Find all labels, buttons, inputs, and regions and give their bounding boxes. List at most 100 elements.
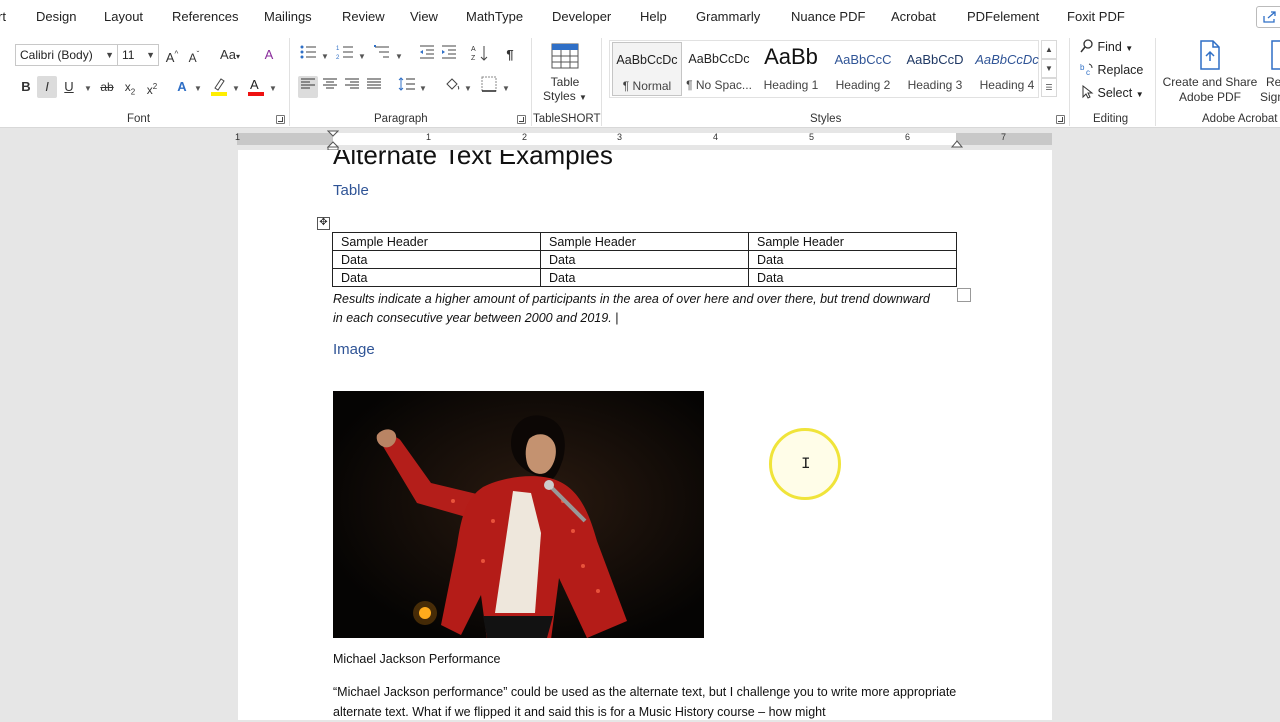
bold-button[interactable]: B	[16, 76, 36, 98]
share-button[interactable]	[1256, 6, 1280, 28]
table-header-cell[interactable]: Sample Header	[332, 232, 541, 251]
tab-nuance-pdf[interactable]: Nuance PDF	[791, 9, 865, 24]
tab-review[interactable]: Review	[342, 9, 385, 24]
show-formatting-button[interactable]: ¶	[500, 44, 520, 66]
font-dialog-launcher[interactable]	[276, 115, 285, 124]
tab-layout[interactable]: Layout	[104, 9, 143, 24]
multilevel-list-button[interactable]	[372, 44, 392, 66]
style-heading-2[interactable]: AaBbCcC Heading 2	[828, 42, 898, 96]
tab-acrobat[interactable]: Acrobat	[891, 9, 936, 24]
underline-button[interactable]: U	[59, 76, 79, 98]
table-caption[interactable]: Results indicate a higher amount of part…	[333, 290, 933, 328]
gallery-more[interactable]: ☰	[1041, 78, 1057, 97]
style-heading-1[interactable]: AaBb Heading 1	[756, 42, 826, 96]
style-heading-3[interactable]: AaBbCcD Heading 3	[900, 42, 970, 96]
document-title[interactable]: Alternate Text Examples	[333, 150, 613, 171]
replace-button[interactable]: bc Replace	[1080, 62, 1143, 77]
section-heading-image[interactable]: Image	[333, 341, 375, 358]
table-cell[interactable]: Data	[748, 250, 957, 269]
gallery-scroll-down[interactable]: ▼	[1041, 59, 1057, 78]
chevron-down-icon[interactable]: ▼	[194, 84, 202, 93]
strikethrough-button[interactable]: ab	[97, 76, 117, 98]
table-styles-button[interactable]: Table Styles ▼	[538, 40, 592, 110]
tab-view[interactable]: View	[410, 9, 438, 24]
align-center-button[interactable]	[320, 76, 340, 98]
find-button[interactable]: Find ▼	[1080, 39, 1133, 54]
font-size-combo[interactable]: 11 ▼	[117, 44, 159, 66]
tab-references[interactable]: References	[172, 9, 238, 24]
highlight-button[interactable]	[208, 76, 230, 98]
bullets-button[interactable]	[298, 44, 318, 66]
align-right-button[interactable]	[342, 76, 362, 98]
table-cell[interactable]: Data	[748, 268, 957, 287]
select-button[interactable]: Select ▼	[1080, 84, 1144, 100]
chevron-down-icon[interactable]: ▼	[419, 84, 427, 93]
clear-formatting-icon: A	[264, 47, 274, 62]
chevron-down-icon[interactable]: ▼	[321, 52, 329, 61]
chevron-down-icon[interactable]: ▼	[395, 52, 403, 61]
indent-marker-icon[interactable]	[327, 130, 339, 150]
chevron-down-icon[interactable]: ▼	[502, 84, 510, 93]
chevron-down-icon[interactable]: ▼	[358, 52, 366, 61]
section-heading-table[interactable]: Table	[333, 182, 369, 199]
font-color-button[interactable]: A	[245, 76, 267, 98]
subscript-button[interactable]: x2	[120, 76, 140, 98]
right-indent-marker-icon[interactable]	[951, 139, 963, 149]
chevron-down-icon[interactable]: ▼	[232, 84, 240, 93]
chevron-down-icon[interactable]: ▼	[84, 84, 92, 93]
tab-developer[interactable]: Developer	[552, 9, 611, 24]
chevron-down-icon[interactable]: ▼	[269, 84, 277, 93]
table-resize-handle[interactable]	[957, 288, 971, 302]
tab-grammarly[interactable]: Grammarly	[696, 9, 760, 24]
justify-button[interactable]	[364, 76, 384, 98]
tab-design[interactable]: Design	[36, 9, 76, 24]
table-cell[interactable]: Data	[540, 268, 749, 287]
numbering-button[interactable]: 12	[335, 44, 355, 66]
gallery-scroll-up[interactable]: ▲	[1041, 40, 1057, 59]
style-heading-4[interactable]: AaBbCcDc Heading 4	[972, 42, 1042, 96]
borders-button[interactable]	[478, 76, 500, 98]
tab-mailings[interactable]: Mailings	[264, 9, 312, 24]
table-cell[interactable]: Data	[332, 268, 541, 287]
font-name-combo[interactable]: Calibri (Body) ▼	[15, 44, 118, 66]
style-no-spacing[interactable]: AaBbCcDc ¶ No Spac...	[684, 42, 754, 96]
line-spacing-button[interactable]	[396, 76, 418, 98]
style-preview: AaBbCcD	[906, 52, 964, 67]
clear-formatting-button[interactable]: A	[258, 44, 280, 66]
paragraph-dialog-launcher[interactable]	[517, 115, 526, 124]
table-header-cell[interactable]: Sample Header	[540, 232, 749, 251]
sort-button[interactable]: AZ	[470, 44, 490, 66]
body-paragraph[interactable]: “Michael Jackson performance” could be u…	[333, 682, 973, 722]
style-normal[interactable]: AaBbCcDc ¶ Normal	[612, 42, 682, 96]
tab-insert[interactable]: rt	[0, 9, 6, 24]
horizontal-ruler[interactable]: 1 1 2 3 4 5 6 7	[0, 128, 1280, 150]
style-name: Heading 4	[979, 78, 1035, 92]
shading-button[interactable]	[441, 76, 463, 98]
shrink-font-button[interactable]: Aˇ	[185, 44, 203, 66]
superscript-button[interactable]: x2	[142, 76, 162, 98]
create-share-adobe-pdf-button[interactable]: Create and Share Adobe PDF	[1162, 40, 1258, 110]
chevron-down-icon[interactable]: ▼	[464, 84, 472, 93]
borders-icon	[481, 76, 497, 92]
change-case-button[interactable]: Aa▾	[215, 44, 245, 66]
table-move-handle-icon[interactable]: ✥	[317, 217, 330, 230]
text-effects-button[interactable]: A	[172, 76, 192, 98]
increase-indent-button[interactable]	[439, 44, 459, 66]
tab-mathtype[interactable]: MathType	[466, 9, 523, 24]
image-caption[interactable]: Michael Jackson Performance	[333, 652, 500, 666]
chevron-down-icon: ▼	[1125, 44, 1134, 53]
table-header-cell[interactable]: Sample Header	[748, 232, 957, 251]
align-left-button[interactable]	[298, 76, 318, 98]
tab-help[interactable]: Help	[640, 9, 667, 24]
styles-dialog-launcher[interactable]	[1056, 115, 1065, 124]
request-signatures-button[interactable]: Re Sign	[1260, 40, 1280, 110]
performer-photo[interactable]	[333, 391, 704, 638]
tab-pdfelement[interactable]: PDFelement	[967, 9, 1039, 24]
grow-font-button[interactable]: A^	[163, 44, 181, 66]
table-cell[interactable]: Data	[332, 250, 541, 269]
table-cell[interactable]: Data	[540, 250, 749, 269]
tab-foxit-pdf[interactable]: Foxit PDF	[1067, 9, 1125, 24]
decrease-indent-button[interactable]	[417, 44, 437, 66]
italic-button[interactable]: I	[37, 76, 57, 98]
sample-table[interactable]: Sample Header Sample Header Sample Heade…	[332, 232, 957, 287]
